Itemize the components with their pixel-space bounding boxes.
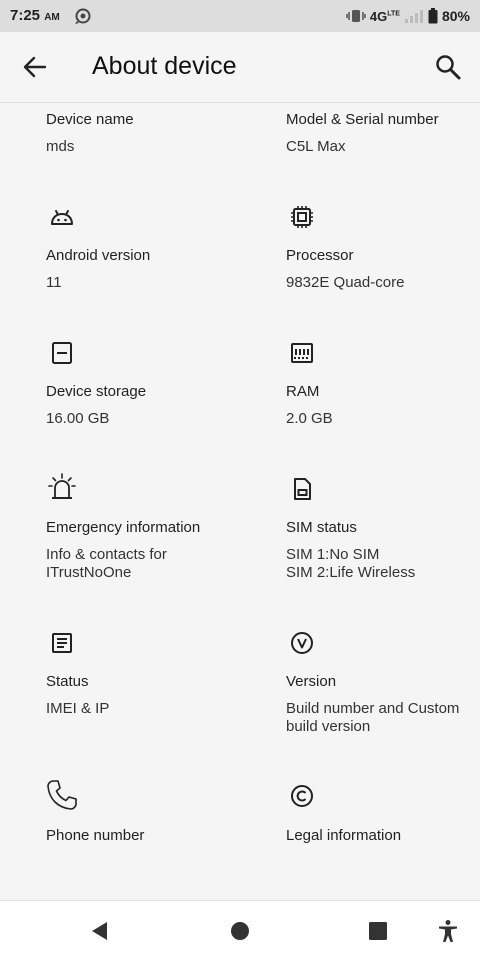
status-label: Status	[46, 673, 89, 690]
ram-label: RAM	[286, 383, 320, 400]
device-storage-item[interactable]: Device storage 16.00 GB	[46, 339, 266, 435]
emergency-alarm-icon	[48, 473, 76, 499]
battery-icon	[428, 8, 438, 24]
sync-icon	[75, 8, 91, 24]
system-nav-bar	[0, 900, 480, 961]
emergency-info-label: Emergency information	[46, 519, 201, 536]
network-type: 4GLTE	[370, 9, 400, 24]
copyright-icon	[291, 785, 313, 807]
network-type-value: 4G	[369, 8, 388, 24]
status-list-icon	[52, 633, 72, 653]
about-device-grid: Device name mds Model & Serial number C5…	[0, 103, 480, 899]
legal-info-label: Legal information	[286, 827, 402, 844]
ram-item[interactable]: RAM 2.0 GB	[286, 339, 480, 435]
recents-square-icon[interactable]	[366, 919, 390, 943]
storage-icon	[52, 342, 72, 364]
signal-icon	[404, 10, 423, 23]
home-circle-icon[interactable]	[228, 919, 252, 943]
device-storage-label: Device storage	[46, 383, 147, 400]
android-version-label: Android version	[46, 247, 151, 264]
emergency-info-value-line2: ITrustNoOne	[46, 564, 132, 581]
search-icon[interactable]	[434, 53, 462, 81]
sim-status-item[interactable]: SIM status SIM 1:No SIM SIM 2:Life Wirel…	[286, 475, 480, 589]
emergency-info-item[interactable]: Emergency information Info & contacts fo…	[46, 473, 266, 589]
processor-item[interactable]: Processor 9832E Quad-core	[286, 203, 480, 299]
legal-info-item[interactable]: Legal information	[286, 779, 480, 859]
version-icon	[291, 632, 313, 654]
battery-level: 80%	[441, 8, 470, 24]
android-version-item[interactable]: Android version 11	[46, 203, 266, 299]
version-item[interactable]: Version Build number and Custom build ve…	[286, 629, 480, 743]
vibrate-icon	[346, 10, 366, 22]
device-name-value: mds	[46, 138, 75, 155]
version-label: Version	[286, 673, 337, 690]
sim-status-value-line2: SIM 2:Life Wireless	[286, 564, 416, 581]
version-value-line1: Build number and Custom	[286, 700, 460, 717]
device-storage-value: 16.00 GB	[46, 410, 110, 427]
accessibility-icon[interactable]	[436, 919, 460, 943]
ram-value: 2.0 GB	[286, 410, 333, 427]
device-name-label: Device name	[46, 111, 134, 128]
device-name-item[interactable]: Device name mds	[46, 103, 266, 163]
network-type-sup: LTE	[387, 10, 400, 18]
status-time-value: 7:25	[10, 7, 41, 24]
sim-card-icon	[294, 478, 311, 500]
android-version-value: 11	[46, 274, 62, 291]
app-bar: About device	[0, 32, 480, 103]
status-right-group: 4GLTE 80%	[346, 7, 470, 25]
status-item[interactable]: Status IMEI & IP	[46, 629, 266, 743]
back-triangle-icon[interactable]	[88, 919, 112, 943]
processor-label: Processor	[286, 247, 354, 264]
processor-icon	[291, 206, 313, 228]
android-icon	[51, 210, 73, 225]
status-value: IMEI & IP	[46, 700, 110, 717]
status-time-ampm: AM	[44, 12, 60, 23]
page-title: About device	[92, 52, 237, 80]
back-arrow-icon[interactable]	[22, 54, 48, 80]
phone-number-label: Phone number	[46, 827, 145, 844]
version-value-line2: build version	[286, 718, 371, 735]
model-serial-value: C5L Max	[286, 138, 346, 155]
status-time: 7:25 AM	[10, 7, 60, 24]
model-serial-item[interactable]: Model & Serial number C5L Max	[286, 103, 480, 163]
emergency-info-value-line1: Info & contacts for	[46, 546, 167, 563]
sim-status-value-line1: SIM 1:No SIM	[286, 546, 380, 563]
sim-status-label: SIM status	[286, 519, 357, 536]
phone-number-item[interactable]: Phone number	[46, 779, 266, 859]
model-serial-label: Model & Serial number	[286, 111, 439, 128]
phone-icon	[47, 780, 77, 810]
status-bar: 7:25 AM 4GLTE 80%	[0, 0, 480, 32]
ram-icon	[291, 343, 313, 363]
processor-value: 9832E Quad-core	[286, 274, 405, 291]
